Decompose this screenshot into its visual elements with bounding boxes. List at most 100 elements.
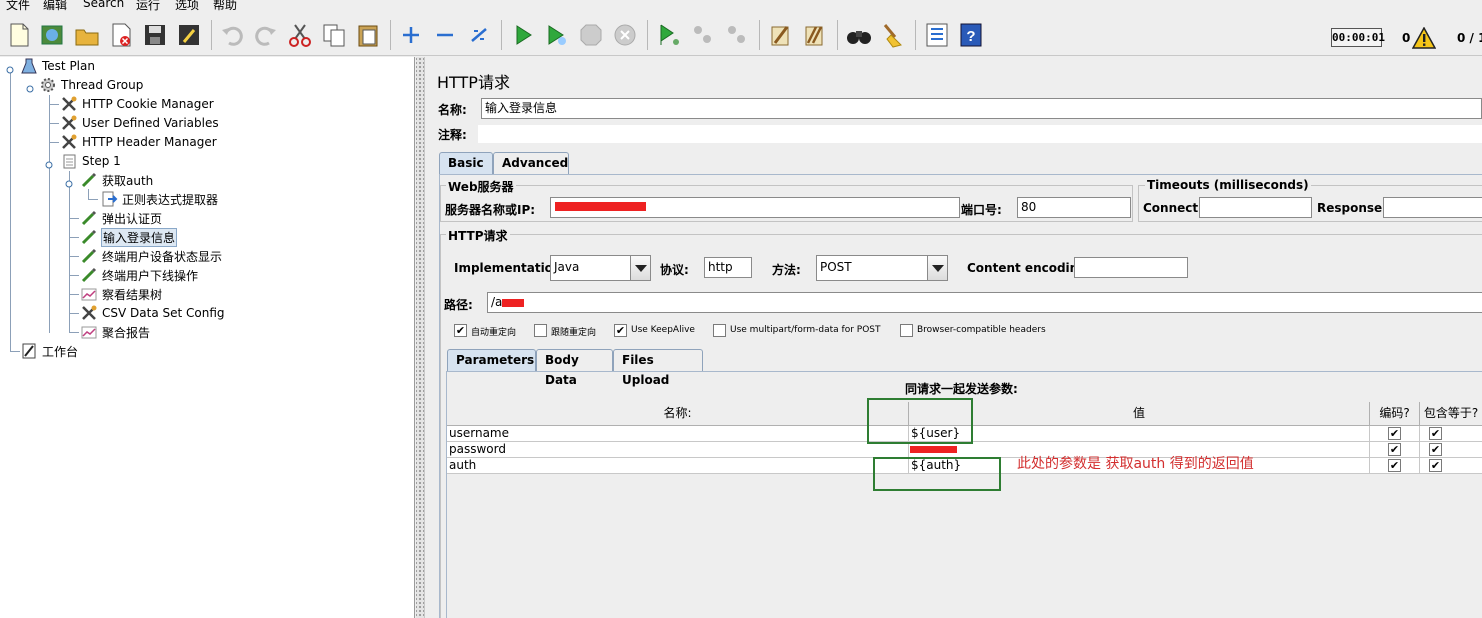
server-name-label: 服务器名称或IP: [445,203,536,217]
cut-icon[interactable] [286,21,314,49]
save-icon[interactable] [141,21,169,49]
column-header-encode[interactable]: 编码? [1370,402,1420,426]
templates-icon[interactable] [39,21,67,49]
tree-item-auth-popup-page[interactable]: 弹出认证页 [80,209,163,227]
http-request-panel: HTTP请求 名称: 输入登录信息 注释: Basic Advanced Web… [426,57,1482,618]
tree-item-http-header-manager[interactable]: HTTP Header Manager [60,133,218,151]
implementation-select[interactable]: Java [550,255,651,281]
tab-parameters[interactable]: Parameters [447,349,536,371]
collapse-toggle-icon[interactable] [65,177,73,188]
tree-item-step-1[interactable]: Step 1 [60,152,122,170]
column-header-value[interactable]: 值 [909,402,1370,426]
save-as-icon[interactable] [175,21,203,49]
tree-item-csv-data-set-config[interactable]: CSV Data Set Config [80,304,226,322]
tab-basic[interactable]: Basic [439,152,493,174]
remote-stop-icon[interactable] [689,21,717,49]
menu-bar: 文件 编辑 Search 运行 选项 帮助 [0,0,1482,12]
remote-exit-icon[interactable] [723,21,751,49]
undo-icon[interactable] [218,21,246,49]
tree-item-get-auth[interactable]: 获取auth [80,171,154,189]
method-select[interactable]: POST [816,255,948,281]
function-helper-icon[interactable] [923,21,951,49]
test-plan-tree[interactable]: Test Plan Thread Group HTTP Cookie Manag… [0,57,415,618]
close-icon[interactable] [107,21,135,49]
copy-icon[interactable] [320,21,348,49]
tab-body-data[interactable]: Body Data [536,349,613,387]
column-header-include-equals[interactable]: 包含等于? [1420,402,1482,426]
include-equals-checkbox[interactable]: ✔ [1429,443,1442,456]
tree-item-test-plan[interactable]: Test Plan [20,57,96,75]
param-name-cell[interactable]: auth [447,458,909,474]
menu-help[interactable]: 帮助 [213,0,237,12]
clear-all-icon[interactable] [801,21,829,49]
collapse-icon[interactable] [431,21,459,49]
start-no-pause-icon[interactable] [543,21,571,49]
help-icon[interactable]: ? [957,21,985,49]
elapsed-timer: 00:00:01 [1331,28,1385,47]
tree-item-view-results-tree[interactable]: 察看结果树 [80,285,163,303]
clear-icon[interactable] [767,21,795,49]
new-icon[interactable] [5,21,33,49]
tree-item-device-status[interactable]: 终端用户设备状态显示 [80,247,223,265]
param-name-cell[interactable]: password [447,442,909,458]
include-equals-checkbox[interactable]: ✔ [1429,427,1442,440]
shutdown-icon[interactable] [611,21,639,49]
start-icon[interactable] [509,21,537,49]
param-value-cell[interactable]: ${user} [909,426,1370,442]
connect-timeout-input[interactable] [1199,197,1312,218]
paste-icon[interactable] [354,21,382,49]
browser-headers-checkbox[interactable] [900,324,913,337]
response-timeout-input[interactable] [1383,197,1482,218]
highlight-box [867,398,973,444]
encode-checkbox[interactable]: ✔ [1388,443,1401,456]
tree-item-user-offline[interactable]: 终端用户下线操作 [80,266,199,284]
include-equals-checkbox[interactable]: ✔ [1429,459,1442,472]
panel-splitter[interactable] [416,57,425,618]
reset-search-icon[interactable] [879,21,907,49]
tab-advanced[interactable]: Advanced [493,152,569,174]
tree-item-aggregate-report[interactable]: 聚合报告 [80,323,151,341]
toggle-icon[interactable] [465,21,493,49]
collapse-toggle-icon[interactable] [6,63,14,74]
follow-redirect-checkbox[interactable] [534,324,547,337]
open-icon[interactable] [73,21,101,49]
tree-item-thread-group[interactable]: Thread Group [39,76,144,94]
tree-item-user-defined-variables[interactable]: User Defined Variables [60,114,220,132]
multipart-checkbox[interactable] [713,324,726,337]
search-icon[interactable] [845,21,873,49]
redo-icon[interactable] [252,21,280,49]
auto-redirect-checkbox[interactable]: ✔ [454,324,467,337]
sampler-pen-icon [80,209,98,227]
stop-icon[interactable] [577,21,605,49]
port-input[interactable]: 80 [1017,197,1131,218]
keepalive-checkbox[interactable]: ✔ [614,324,627,337]
menu-edit[interactable]: 编辑 [43,0,67,12]
tree-item-regex-extractor[interactable]: 正则表达式提取器 [100,190,219,208]
protocol-input[interactable]: http [704,257,752,278]
comment-input[interactable] [478,125,1482,143]
name-input[interactable]: 输入登录信息 [481,98,1482,119]
thread-group-icon [39,76,57,94]
menu-file[interactable]: 文件 [6,0,30,12]
content-encoding-input[interactable] [1074,257,1188,278]
error-count: 0 [1402,31,1411,45]
collapse-toggle-icon[interactable] [26,82,34,93]
encode-checkbox[interactable]: ✔ [1388,427,1401,440]
column-header-name[interactable]: 名称: [447,402,909,426]
tab-files-upload[interactable]: Files Upload [613,349,703,387]
collapse-toggle-icon[interactable] [45,158,53,169]
menu-run[interactable]: 运行 [136,0,160,12]
remote-start-icon[interactable] [655,21,683,49]
expand-icon[interactable] [397,21,425,49]
warning-icon[interactable] [1411,26,1437,49]
encode-checkbox[interactable]: ✔ [1388,459,1401,472]
tree-item-enter-login-info[interactable]: 输入登录信息 [80,227,178,247]
tree-item-workbench[interactable]: 工作台 [20,342,79,360]
menu-options[interactable]: 选项 [175,0,199,12]
tree-item-http-cookie-manager[interactable]: HTTP Cookie Manager [60,95,215,113]
web-server-legend: Web服务器 [446,178,516,195]
path-input[interactable]: /a [487,292,1482,313]
menu-search[interactable]: Search [83,0,124,10]
param-name-cell[interactable]: username [447,426,909,442]
highlight-box [873,457,1001,491]
